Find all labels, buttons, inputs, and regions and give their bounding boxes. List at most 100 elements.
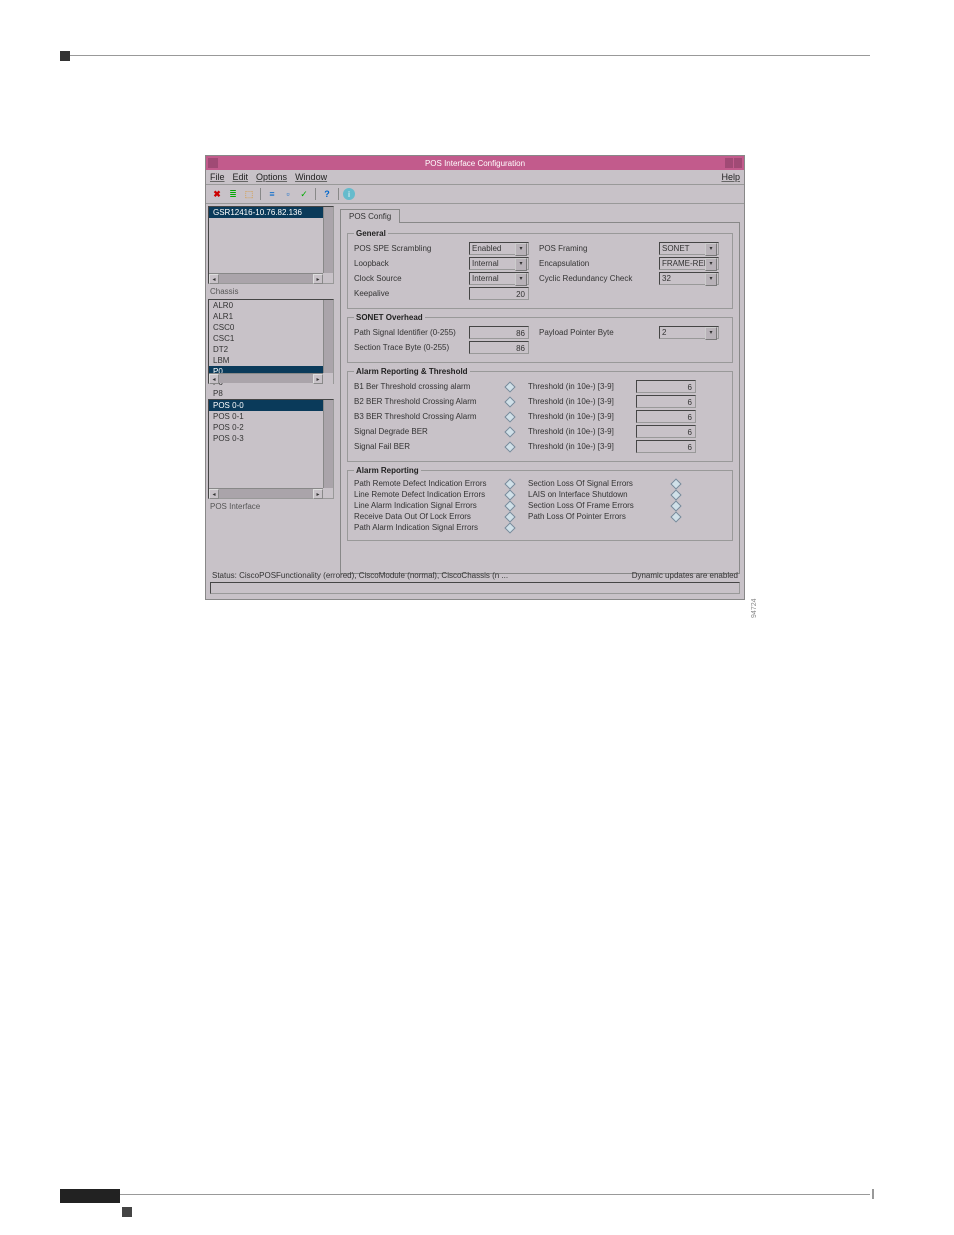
info-icon[interactable]: i	[343, 188, 355, 200]
lbl-slos: Section Loss Of Signal Errors	[528, 479, 668, 488]
lbl-loopback: Loopback	[354, 259, 469, 268]
check-lais[interactable]	[504, 500, 515, 511]
lbl-keepalive: Keepalive	[354, 289, 469, 298]
lbl-spe: POS SPE Scrambling	[354, 244, 469, 253]
check-slof[interactable]	[670, 500, 681, 511]
check-b1[interactable]	[504, 381, 515, 392]
tf-psi[interactable]: 86	[469, 326, 529, 339]
scrollbar-vertical[interactable]	[323, 300, 333, 373]
check-b2[interactable]	[504, 396, 515, 407]
window-menu-icon[interactable]	[208, 158, 218, 168]
tf-keepalive[interactable]: 20	[469, 287, 529, 300]
lbl-b2: B2 BER Threshold Crossing Alarm	[354, 397, 502, 406]
legend-alarm: Alarm Reporting	[354, 466, 421, 475]
check-sf[interactable]	[504, 441, 515, 452]
dd-loopback[interactable]: Internal	[469, 257, 529, 270]
dd-crc[interactable]: 32	[659, 272, 719, 285]
tool-icon-2[interactable]: ≣	[226, 187, 240, 201]
scroll-corner	[323, 488, 333, 498]
dd-framing[interactable]: SONET	[659, 242, 719, 255]
list-item[interactable]: CSC0	[209, 322, 333, 333]
list-item[interactable]: DT2	[209, 344, 333, 355]
list-item[interactable]: POS 0-1	[209, 411, 333, 422]
check-plop[interactable]	[670, 511, 681, 522]
check-prdi[interactable]	[504, 478, 515, 489]
scrollbar-horizontal[interactable]: ◂ ▸	[209, 373, 323, 383]
toolbar: ✖ ≣ ⬚ ≡ ▫ ✓ ? i	[206, 185, 744, 204]
menu-file[interactable]: File	[210, 172, 225, 182]
tab-pos-config[interactable]: POS Config	[340, 209, 400, 223]
list-item[interactable]: ALR0	[209, 300, 333, 311]
status-box	[210, 582, 740, 594]
scrollbar-horizontal[interactable]: ◂ ▸	[209, 273, 323, 283]
scrollbar-horizontal[interactable]: ◂ ▸	[209, 488, 323, 498]
tf-thr3[interactable]: 6	[636, 410, 696, 423]
maximize-icon[interactable]	[734, 158, 742, 168]
dd-ppb[interactable]: 2	[659, 326, 719, 339]
figure-number: 94724	[751, 599, 758, 618]
tf-thr5[interactable]: 6	[636, 440, 696, 453]
list-item[interactable]: GSR12416-10.76.82.136	[209, 207, 333, 218]
dd-encap[interactable]: FRAME-REL	[659, 257, 719, 270]
dd-clock[interactable]: Internal	[469, 272, 529, 285]
menubar: File Edit Options Window Help	[206, 170, 744, 185]
check-pais[interactable]	[504, 522, 515, 533]
scroll-right-icon[interactable]: ▸	[313, 274, 323, 284]
check-slos[interactable]	[670, 478, 681, 489]
scrollbar-vertical[interactable]	[323, 207, 333, 273]
menu-options[interactable]: Options	[256, 172, 287, 182]
tf-stb[interactable]: 86	[469, 341, 529, 354]
lbl-lrdi: Line Remote Defect Indication Errors	[354, 490, 502, 499]
page-rule-top	[60, 55, 870, 56]
page-corner	[60, 51, 70, 61]
lbl-thr1: Threshold (in 10e-) [3-9]	[528, 382, 636, 391]
dd-spe[interactable]: Enabled	[469, 242, 529, 255]
lbl-b1: B1 Ber Threshold crossing alarm	[354, 382, 502, 391]
lbl-clock: Clock Source	[354, 274, 469, 283]
tool-icon-1[interactable]: ✖	[210, 187, 224, 201]
list-item[interactable]: CSC1	[209, 333, 333, 344]
check-b3[interactable]	[504, 411, 515, 422]
chassis-list[interactable]: GSR12416-10.76.82.136 ◂ ▸	[208, 206, 334, 284]
scroll-left-icon[interactable]: ◂	[209, 274, 219, 284]
lbl-crc: Cyclic Redundancy Check	[539, 274, 659, 283]
scroll-left-icon[interactable]: ◂	[209, 489, 219, 499]
check-rdol[interactable]	[504, 511, 515, 522]
tool-icon-3[interactable]: ⬚	[242, 187, 256, 201]
menu-window[interactable]: Window	[295, 172, 327, 182]
minimize-icon[interactable]	[725, 158, 733, 168]
tf-thr4[interactable]: 6	[636, 425, 696, 438]
save-icon[interactable]: ▫	[281, 187, 295, 201]
lbl-laisis: LAIS on Interface Shutdown	[528, 490, 668, 499]
pos-list[interactable]: POS 0-0POS 0-1POS 0-2POS 0-3 ◂ ▸	[208, 399, 334, 499]
dialog-window: POS Interface Configuration File Edit Op…	[205, 155, 745, 600]
list-item[interactable]: POS 0-0	[209, 400, 333, 411]
help-icon[interactable]: ?	[320, 187, 334, 201]
module-list[interactable]: ALR0ALR1CSC0CSC1DT2LBMP0P6P8PSM1 ◂ ▸	[208, 299, 334, 384]
check-icon[interactable]: ✓	[297, 187, 311, 201]
list-item[interactable]: POS 0-2	[209, 422, 333, 433]
list-item[interactable]: P8	[209, 388, 333, 399]
lbl-prdi: Path Remote Defect Indication Errors	[354, 479, 502, 488]
tf-thr2[interactable]: 6	[636, 395, 696, 408]
fieldset-general: General POS SPE Scrambling Enabled POS F…	[347, 229, 733, 309]
check-laisis[interactable]	[670, 489, 681, 500]
scroll-right-icon[interactable]: ▸	[313, 489, 323, 499]
check-lrdi[interactable]	[504, 489, 515, 500]
status-bar: Status: CiscoPOSFunctionality (errored),…	[210, 571, 740, 595]
pos-label: POS Interface	[208, 501, 334, 512]
list-item[interactable]: POS 0-3	[209, 433, 333, 444]
scroll-left-icon[interactable]: ◂	[209, 374, 219, 384]
menu-edit[interactable]: Edit	[233, 172, 249, 182]
page-rule-bottom	[60, 1194, 870, 1195]
list-icon[interactable]: ≡	[265, 187, 279, 201]
check-sd[interactable]	[504, 426, 515, 437]
list-item[interactable]: ALR1	[209, 311, 333, 322]
scroll-right-icon[interactable]: ▸	[313, 374, 323, 384]
menu-help[interactable]: Help	[721, 172, 740, 182]
lbl-sd: Signal Degrade BER	[354, 427, 502, 436]
legend-sonet: SONET Overhead	[354, 313, 425, 322]
list-item[interactable]: LBM	[209, 355, 333, 366]
scrollbar-vertical[interactable]	[323, 400, 333, 488]
tf-thr1[interactable]: 6	[636, 380, 696, 393]
